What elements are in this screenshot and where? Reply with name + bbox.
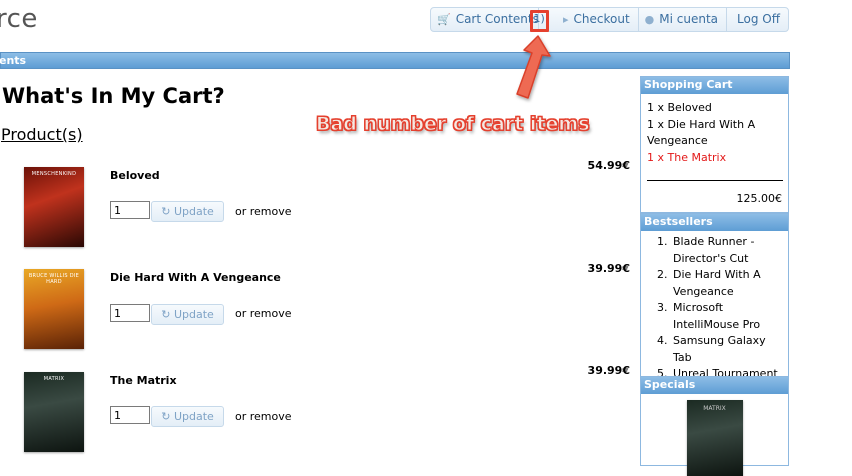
- store-logo[interactable]: rce: [0, 4, 38, 34]
- update-label: Update: [173, 308, 214, 321]
- update-label: Update: [173, 410, 214, 423]
- breadcrumb-text: ents: [0, 54, 27, 67]
- top-navigation: 🛒 Cart Contents ▸ Checkout ● Mi cuenta L…: [430, 7, 790, 32]
- product-name-link[interactable]: Die Hard With A Vengeance: [110, 271, 281, 284]
- update-button[interactable]: ↻ Update: [151, 406, 224, 427]
- update-label: Update: [173, 205, 214, 218]
- breadcrumb-bar: ents: [0, 52, 790, 69]
- cover-text: MATRIX: [703, 405, 726, 412]
- quantity-input[interactable]: [110, 201, 150, 219]
- page-title: What's In My Cart?: [2, 84, 225, 108]
- remove-link[interactable]: or remove: [235, 410, 292, 423]
- cover-text: MENSCHENKIND: [31, 171, 77, 177]
- cart-item-row: MATRIX The Matrix ↻ Update or remove 39.…: [0, 364, 632, 456]
- cover-text: BRUCE WILLIS DIE HARD: [28, 273, 80, 285]
- bestsellers-box: Bestsellers Blade Runner - Director's Cu…: [640, 213, 789, 388]
- log-off-button[interactable]: Log Off: [727, 8, 788, 31]
- cart-contents-button[interactable]: 🛒 Cart Contents: [431, 8, 539, 31]
- cart-summary-item[interactable]: 1 x Die Hard With A Vengeance: [647, 117, 782, 150]
- product-name-link[interactable]: Beloved: [110, 169, 160, 182]
- quantity-input[interactable]: [110, 406, 150, 424]
- item-price: 39.99€: [587, 364, 630, 377]
- cart-item-row: MENSCHENKIND Beloved ↻ Update or remove …: [0, 159, 632, 251]
- cart-item-row: BRUCE WILLIS DIE HARD Die Hard With A Ve…: [0, 262, 632, 353]
- my-account-label: Mi cuenta: [659, 12, 719, 26]
- divider: [647, 180, 783, 181]
- refresh-icon: ↻: [161, 205, 171, 218]
- cover-text: MATRIX: [43, 376, 65, 382]
- update-button[interactable]: ↻ Update: [151, 304, 224, 325]
- product-image-beloved[interactable]: MENSCHENKIND: [24, 167, 84, 247]
- remove-link[interactable]: or remove: [235, 307, 292, 320]
- specials-box: Specials MATRIX: [640, 376, 789, 476]
- my-account-button[interactable]: ● Mi cuenta: [639, 8, 728, 31]
- update-button[interactable]: ↻ Update: [151, 201, 224, 222]
- annotation-arrow: [516, 35, 551, 99]
- bestseller-item[interactable]: Blade Runner - Director's Cut: [671, 234, 782, 267]
- bestsellers-title[interactable]: Bestsellers: [641, 214, 788, 231]
- play-arrow-icon: ▸: [563, 13, 569, 26]
- checkout-label: Checkout: [573, 12, 630, 26]
- cart-icon: 🛒: [437, 13, 451, 26]
- bestseller-item[interactable]: Microsoft IntelliMouse Pro: [671, 300, 782, 333]
- refresh-icon: ↻: [161, 410, 171, 423]
- product-name-link[interactable]: The Matrix: [110, 374, 177, 387]
- bestseller-item[interactable]: Die Hard With A Vengeance: [671, 267, 782, 300]
- user-icon: ●: [644, 13, 655, 26]
- products-heading: Product(s): [1, 125, 83, 144]
- quantity-input[interactable]: [110, 304, 150, 322]
- annotation-label: Bad number of cart items: [316, 113, 591, 136]
- item-price: 39.99€: [587, 262, 630, 275]
- bestseller-item[interactable]: Samsung Galaxy Tab: [671, 333, 782, 366]
- specials-title[interactable]: Specials: [641, 377, 788, 394]
- cart-summary-item[interactable]: 1 x Beloved: [647, 100, 782, 117]
- log-off-label: Log Off: [737, 12, 781, 26]
- product-image-matrix[interactable]: MATRIX: [24, 372, 84, 452]
- checkout-button[interactable]: ▸ Checkout: [557, 8, 639, 31]
- item-price: 54.99€: [587, 159, 630, 172]
- special-product-image[interactable]: MATRIX: [686, 400, 743, 476]
- cart-total: 125.00€: [736, 192, 783, 205]
- shopping-cart-box: Shopping Cart 1 x Beloved 1 x Die Hard W…: [640, 76, 789, 213]
- highlight-box: [530, 10, 549, 32]
- product-image-die-hard[interactable]: BRUCE WILLIS DIE HARD: [24, 269, 84, 349]
- refresh-icon: ↻: [161, 308, 171, 321]
- cart-summary-item[interactable]: 1 x The Matrix: [647, 150, 782, 167]
- remove-link[interactable]: or remove: [235, 205, 292, 218]
- shopping-cart-title[interactable]: Shopping Cart: [641, 77, 788, 94]
